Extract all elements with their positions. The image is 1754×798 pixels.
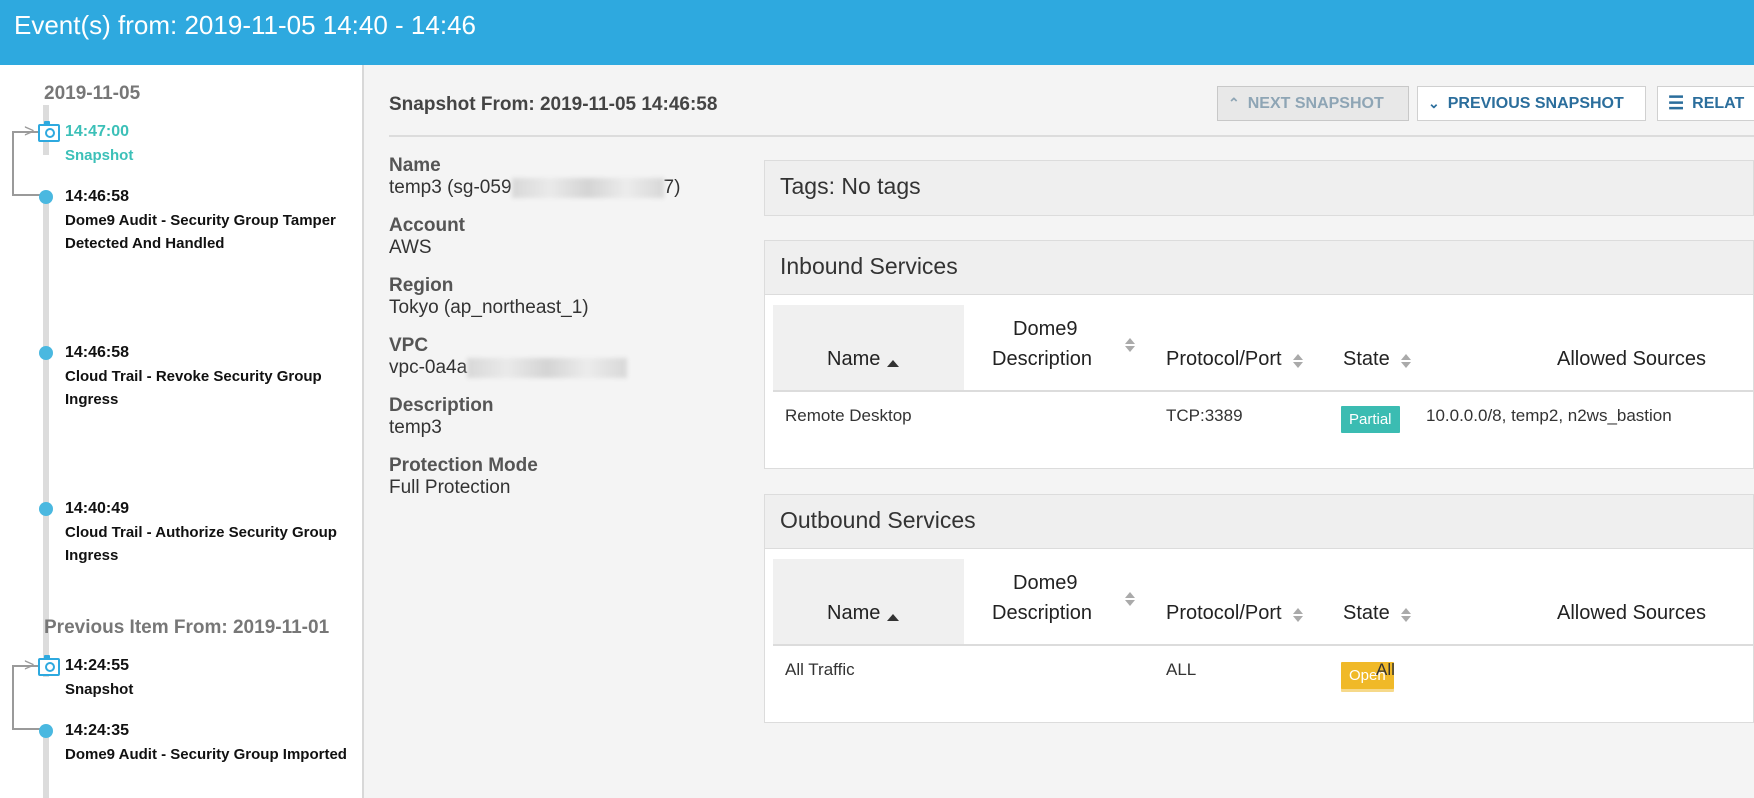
column-header-description-2[interactable]: Description bbox=[992, 348, 1092, 371]
redacted-area bbox=[467, 357, 628, 378]
column-header-protocol[interactable]: Protocol/Port bbox=[1166, 348, 1282, 371]
sort-asc-icon[interactable] bbox=[887, 614, 899, 621]
timeline-event-title[interactable]: Cloud Trail - Revoke Security Group Ingr… bbox=[65, 365, 355, 411]
timeline-date-heading: 2019-11-05 bbox=[44, 83, 141, 104]
page-title: Event(s) from: 2019-11-05 14:40 - 14:46 bbox=[14, 10, 476, 40]
field-value-name: temp3 (sg-059 7) bbox=[389, 177, 680, 199]
sort-icon[interactable] bbox=[1293, 354, 1303, 368]
timeline-event-title[interactable]: Dome9 Audit - Security Group Imported bbox=[65, 743, 355, 766]
timeline-sidebar[interactable]: 2019-11-05 > 14:47:00 Snapshot 14:46:58 … bbox=[0, 65, 364, 798]
column-header-description-2[interactable]: Description bbox=[992, 602, 1092, 625]
outbound-services-panel: Outbound Services Name Dome9 Description… bbox=[764, 494, 1754, 723]
header-divider bbox=[389, 135, 1754, 137]
field-value-region: Tokyo (ap_northeast_1) bbox=[389, 297, 589, 318]
column-header-name[interactable]: Name bbox=[827, 348, 880, 371]
field-value-protection-mode: Full Protection bbox=[389, 477, 511, 498]
field-value-vpc: vpc-0a4a bbox=[389, 357, 628, 379]
timeline-event-title[interactable]: Snapshot bbox=[65, 678, 355, 701]
outbound-services-title: Outbound Services bbox=[765, 495, 1753, 549]
chevron-up-icon: ⌃ bbox=[1228, 95, 1240, 111]
timeline-event-title[interactable]: Snapshot bbox=[65, 144, 355, 167]
field-label-protection-mode: Protection Mode bbox=[389, 455, 538, 476]
related-label: RELAT bbox=[1692, 94, 1745, 112]
previous-snapshot-label: PREVIOUS SNAPSHOT bbox=[1447, 94, 1624, 112]
timeline-dot bbox=[39, 502, 53, 516]
field-label-vpc: VPC bbox=[389, 335, 429, 356]
timeline-event-time[interactable]: 14:47:00 bbox=[65, 123, 129, 141]
field-label-region: Region bbox=[389, 275, 454, 296]
timeline-event-time[interactable]: 14:40:49 bbox=[65, 500, 129, 518]
column-header-name[interactable]: Name bbox=[827, 602, 880, 625]
field-value-account: AWS bbox=[389, 237, 432, 258]
chevron-right-icon: > bbox=[24, 121, 35, 141]
timeline-event-time[interactable]: 14:24:35 bbox=[65, 722, 129, 740]
status-badge: Partial bbox=[1341, 406, 1400, 433]
table-header-row: Name Dome9 Description Protocol/Port Sta… bbox=[773, 559, 1754, 646]
chevron-right-icon: > bbox=[24, 655, 35, 675]
row-protocol: TCP:3389 bbox=[1166, 406, 1243, 425]
sort-icon[interactable] bbox=[1401, 354, 1411, 368]
previous-snapshot-button[interactable]: ⌄ PREVIOUS SNAPSHOT bbox=[1417, 86, 1646, 121]
chevron-down-icon: ⌄ bbox=[1428, 95, 1440, 111]
next-snapshot-label: NEXT SNAPSHOT bbox=[1247, 94, 1384, 112]
timeline-date-heading: Previous Item From: 2019-11-01 bbox=[44, 617, 330, 638]
related-button[interactable]: ☰ RELAT bbox=[1657, 86, 1754, 121]
column-header-description-1[interactable]: Dome9 bbox=[1013, 572, 1077, 595]
field-label-account: Account bbox=[389, 215, 465, 236]
list-icon: ☰ bbox=[1668, 93, 1685, 113]
row-name: All Traffic bbox=[785, 660, 855, 679]
camera-icon[interactable] bbox=[38, 655, 60, 676]
timeline-track bbox=[43, 191, 49, 677]
table-header-row: Name Dome9 Description Protocol/Port Sta… bbox=[773, 305, 1754, 392]
sort-icon[interactable] bbox=[1401, 608, 1411, 622]
redacted-area bbox=[511, 177, 664, 198]
tags-panel: Tags: No tags bbox=[764, 160, 1754, 216]
field-label-name: Name bbox=[389, 155, 441, 176]
field-value-name-prefix: temp3 (sg-059 bbox=[389, 177, 512, 198]
row-name: Remote Desktop bbox=[785, 406, 912, 425]
field-label-description: Description bbox=[389, 395, 494, 416]
snapshot-title: Snapshot From: 2019-11-05 14:46:58 bbox=[389, 94, 718, 115]
sort-icon[interactable] bbox=[1125, 592, 1135, 606]
inbound-services-panel: Inbound Services Name Dome9 Description … bbox=[764, 240, 1754, 469]
column-header-sources[interactable]: Allowed Sources bbox=[1557, 348, 1706, 371]
sort-asc-icon[interactable] bbox=[887, 360, 899, 367]
tags-text: Tags: No tags bbox=[765, 161, 1753, 215]
inbound-services-title: Inbound Services bbox=[765, 241, 1753, 295]
snapshot-detail: Snapshot From: 2019-11-05 14:46:58 ⌃ NEX… bbox=[366, 65, 1754, 798]
sort-icon[interactable] bbox=[1293, 608, 1303, 622]
timeline-event-title[interactable]: Dome9 Audit - Security Group Tamper Dete… bbox=[65, 209, 355, 255]
next-snapshot-button[interactable]: ⌃ NEXT SNAPSHOT bbox=[1217, 86, 1409, 121]
app-header: Event(s) from: 2019-11-05 14:40 - 14:46 bbox=[0, 0, 1754, 65]
row-sources: 10.0.0.0/8, temp2, n2ws_bastion bbox=[1426, 406, 1672, 425]
row-protocol: ALL bbox=[1166, 660, 1197, 679]
timeline-event-title[interactable]: Cloud Trail - Authorize Security Group I… bbox=[65, 521, 355, 567]
timeline-event-time[interactable]: 14:46:58 bbox=[65, 188, 129, 206]
column-header-description-1[interactable]: Dome9 bbox=[1013, 318, 1077, 341]
row-sources: All bbox=[1376, 660, 1395, 679]
column-header-sources[interactable]: Allowed Sources bbox=[1557, 602, 1706, 625]
column-header-protocol[interactable]: Protocol/Port bbox=[1166, 602, 1282, 625]
field-value-description: temp3 bbox=[389, 417, 442, 438]
field-value-vpc-text: vpc-0a4a bbox=[389, 357, 468, 378]
timeline-event-time[interactable]: 14:24:55 bbox=[65, 657, 129, 675]
timeline-dot bbox=[39, 724, 53, 738]
timeline-event-time[interactable]: 14:46:58 bbox=[65, 344, 129, 362]
timeline-dot bbox=[39, 190, 53, 204]
timeline-dot bbox=[39, 346, 53, 360]
camera-icon[interactable] bbox=[38, 121, 60, 142]
sort-icon[interactable] bbox=[1125, 338, 1135, 352]
column-header-state[interactable]: State bbox=[1343, 348, 1390, 371]
column-header-state[interactable]: State bbox=[1343, 602, 1390, 625]
field-value-name-suffix: 7) bbox=[663, 177, 681, 198]
